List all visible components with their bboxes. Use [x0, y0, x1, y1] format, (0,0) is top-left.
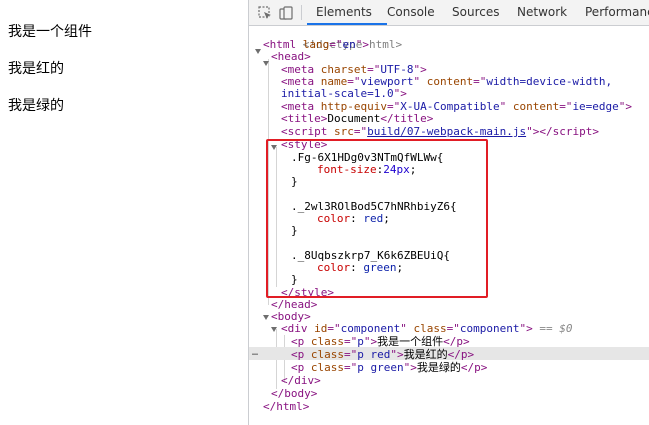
expand-html-icon[interactable] — [255, 49, 261, 54]
tab-sources[interactable]: Sources — [452, 0, 499, 25]
inspect-element-icon[interactable] — [258, 5, 272, 19]
style-open-line[interactable]: <style> — [281, 139, 327, 151]
css-decl-1[interactable]: font-size:24px; — [317, 164, 416, 176]
paragraph-red: 我是红的 — [8, 61, 64, 77]
div-close-line[interactable]: </div> — [281, 375, 321, 387]
expand-div-icon[interactable] — [271, 327, 277, 332]
head-open-line[interactable]: <head> — [271, 51, 311, 63]
paragraph-green: 我是绿的 — [8, 98, 64, 114]
expand-body-icon[interactable] — [263, 315, 269, 320]
body-close-line[interactable]: </body> — [271, 388, 317, 400]
toolbar-separator — [301, 5, 302, 20]
tab-elements[interactable]: Elements — [316, 0, 372, 25]
css-decl-3[interactable]: color: green; — [317, 262, 403, 274]
css-close-3: } — [291, 273, 298, 286]
script-line[interactable]: <script src="build/07-webpack-main.js"><… — [281, 126, 599, 138]
tab-performance[interactable]: Performance — [585, 0, 649, 25]
devtools-panel: Elements Console Sources Network Perform… — [248, 0, 649, 425]
tab-network[interactable]: Network — [517, 0, 567, 25]
rendered-page: 我是一个组件 我是红的 我是绿的 — [0, 0, 248, 425]
title-line[interactable]: <title>Document</title> — [281, 113, 433, 125]
tree-guide — [268, 59, 269, 305]
css-decl-2[interactable]: color: red; — [317, 213, 390, 225]
p-line-1[interactable]: <p class="p">我是一个组件</p> — [291, 336, 470, 348]
css-close-2: } — [291, 224, 298, 237]
elements-tree: … <!doctype html> <html lang="en"> <head… — [249, 25, 649, 425]
div-component-line[interactable]: <div id="component" class="component"> =… — [281, 323, 572, 335]
tab-console[interactable]: Console — [387, 0, 435, 25]
expand-style-icon[interactable] — [271, 145, 277, 150]
devtools-toolbar: Elements Console Sources Network Perform… — [249, 0, 649, 26]
device-toolbar-icon[interactable] — [279, 5, 293, 20]
more-options-icon[interactable]: … — [252, 347, 258, 359]
paragraph-component: 我是一个组件 — [8, 24, 92, 40]
css-close-1: } — [291, 175, 298, 188]
tree-guide — [276, 147, 277, 287]
p-line-2[interactable]: <p class="p red">我是红的</p> — [291, 349, 474, 361]
html-close-line[interactable]: </html> — [263, 401, 309, 413]
meta-viewport-line-cont[interactable]: initial-scale=1.0"> — [281, 88, 407, 100]
p-line-3[interactable]: <p class="p green">我是绿的</p> — [291, 362, 487, 374]
